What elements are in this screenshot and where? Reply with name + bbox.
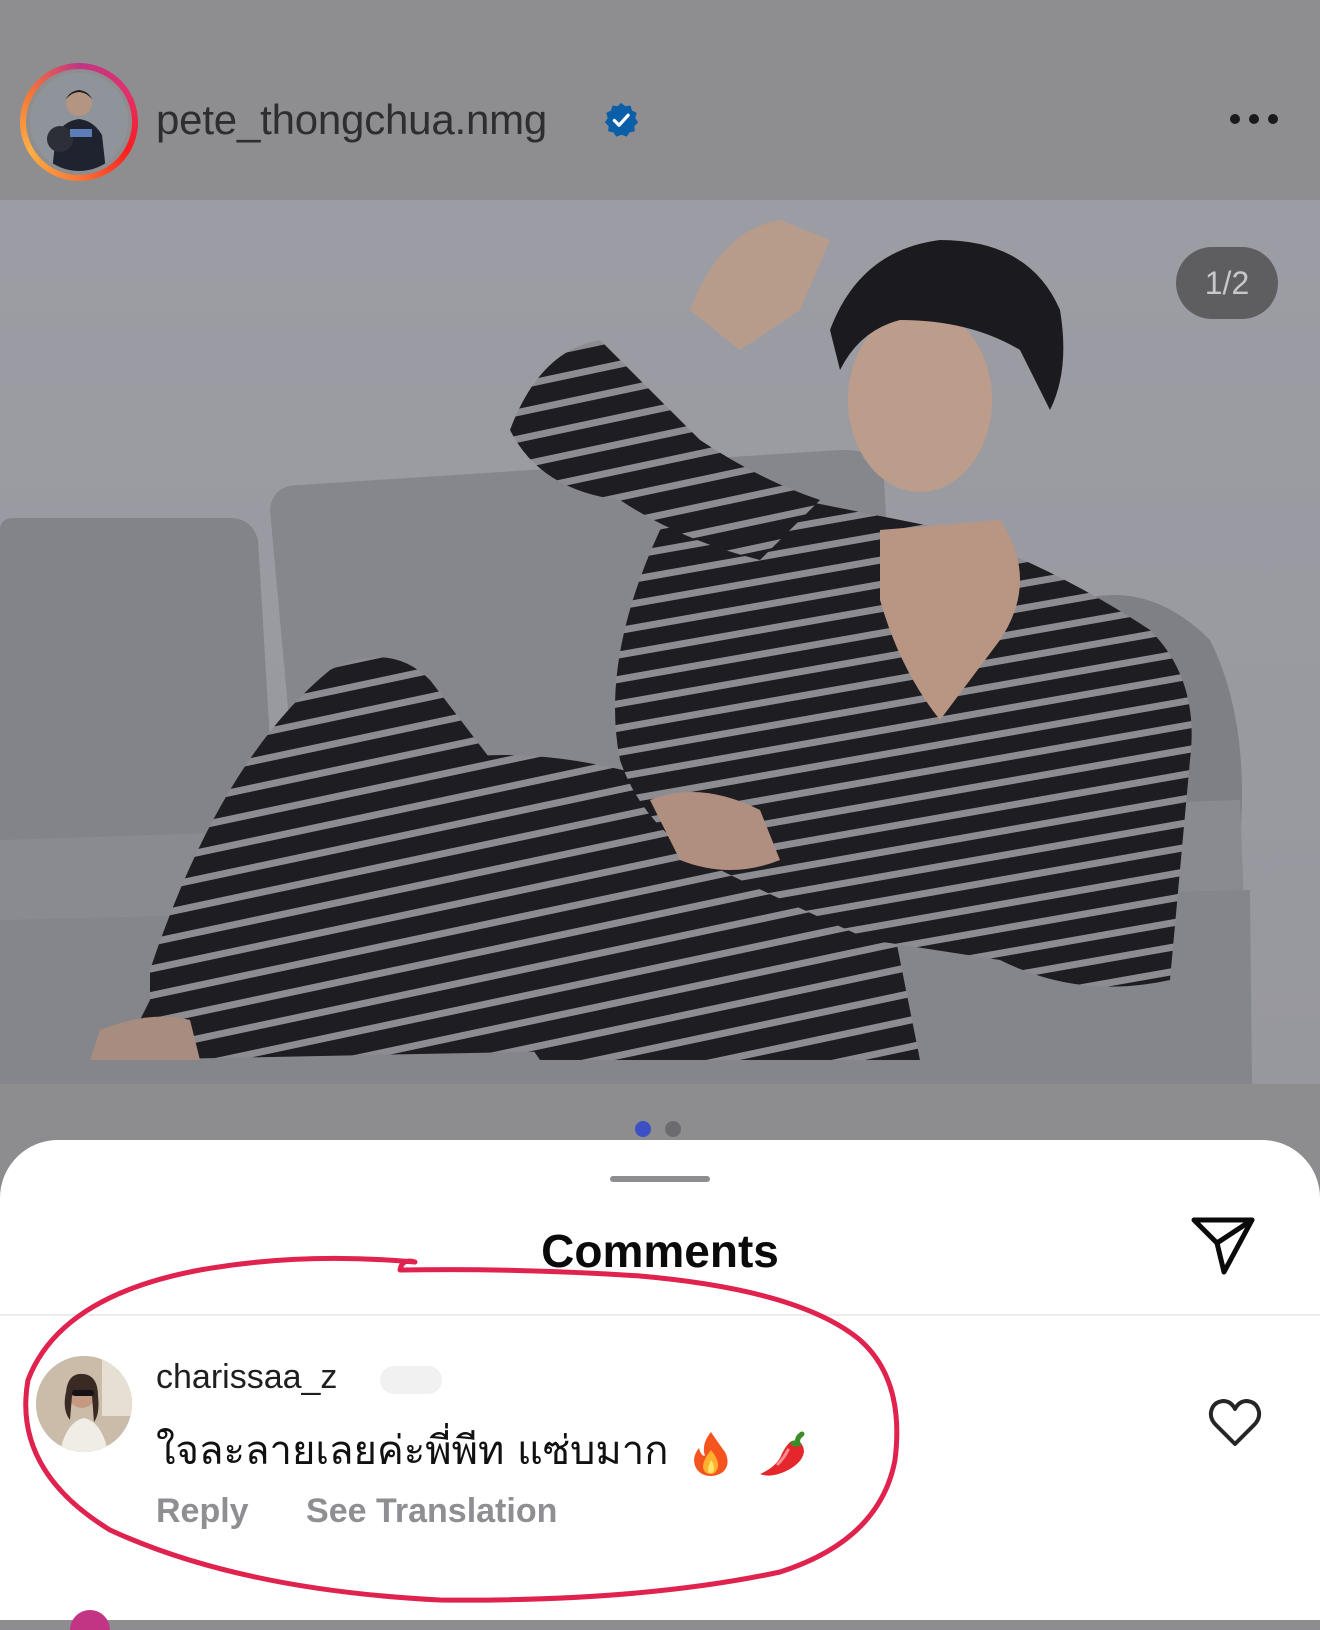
sheet-grabber-handle[interactable] <box>610 1176 710 1182</box>
comments-sheet: Comments charissaa_z ใจละลายเลยค่ะพี่พีท… <box>0 1140 1320 1620</box>
comment-username[interactable]: charissaa_z <box>156 1358 337 1397</box>
heart-outline-icon[interactable] <box>1208 1398 1262 1448</box>
profile-avatar[interactable] <box>30 73 128 171</box>
comment-text: ใจละลายเลยค่ะพี่พีท แซ่บมาก <box>156 1418 810 1482</box>
verified-badge-icon <box>604 102 639 137</box>
chili-emoji <box>759 1431 805 1476</box>
carousel-dot-active <box>635 1121 651 1137</box>
more-options-icon[interactable] <box>1230 112 1278 126</box>
carousel-dot <box>665 1121 681 1137</box>
redacted-blur <box>380 1366 442 1394</box>
comment-avatar[interactable] <box>36 1356 132 1452</box>
post-photo[interactable] <box>0 200 1320 1084</box>
paper-plane-icon[interactable] <box>1188 1210 1258 1280</box>
sheet-divider <box>0 1314 1320 1316</box>
see-translation-button[interactable]: See Translation <box>306 1492 557 1530</box>
comment-body: ใจละลายเลยค่ะพี่พีท แซ่บมาก <box>156 1428 669 1474</box>
fire-emoji <box>694 1432 728 1476</box>
comments-title: Comments <box>541 1225 779 1277</box>
profile-avatar-story-ring[interactable] <box>20 63 138 181</box>
post-header: pete_thongchua.nmg <box>0 0 1320 200</box>
photo-illustration <box>0 200 1320 1084</box>
comment-actions: Reply See Translation <box>156 1492 605 1531</box>
reply-button[interactable]: Reply <box>156 1492 249 1530</box>
image-counter-badge: 1/2 <box>1176 247 1278 319</box>
post-username[interactable]: pete_thongchua.nmg <box>156 96 547 144</box>
